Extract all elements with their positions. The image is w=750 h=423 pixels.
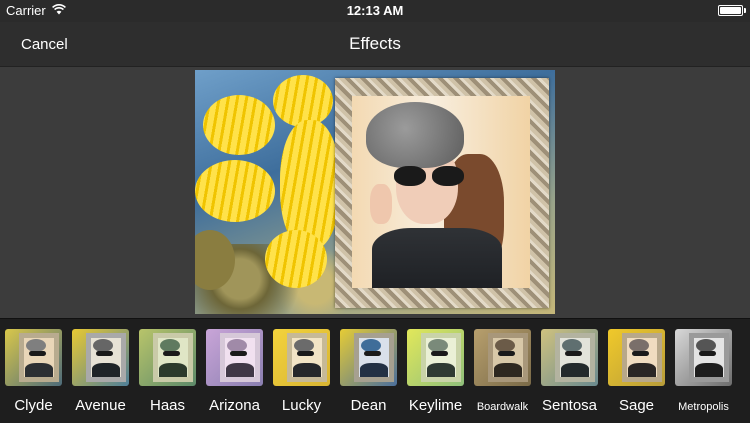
thumbnail-glass — [699, 351, 716, 356]
effect-thumbnail — [72, 329, 129, 386]
thumbnail-scarf — [494, 363, 522, 377]
thumbnail-scarf — [561, 363, 589, 377]
fish-image — [265, 230, 327, 288]
hat — [366, 102, 464, 168]
effect-thumbnail — [608, 329, 665, 386]
effect-thumbnail — [139, 329, 196, 386]
hand — [370, 184, 392, 224]
thumbnail-scarf — [159, 363, 187, 377]
fish-image — [273, 75, 333, 127]
thumbnail-glass — [632, 351, 649, 356]
thumbnail-glass — [431, 351, 448, 356]
effect-thumbnail — [675, 329, 732, 386]
thumbnail-glass — [498, 351, 515, 356]
stone-photo-frame — [335, 78, 549, 308]
battery-icon — [718, 5, 743, 16]
thumbnail-glass — [364, 351, 381, 356]
effect-thumbnail — [474, 329, 531, 386]
thumbnail-glass — [565, 351, 582, 356]
effects-strip: Clyde Avenue Haas Arizona Lucky Dean Keylime Bo… — [0, 318, 750, 423]
effect-thumbnail — [206, 329, 263, 386]
fish-image — [195, 160, 275, 222]
sunglasses — [390, 166, 470, 186]
scarf — [372, 228, 502, 288]
thumbnail-glass — [29, 351, 46, 356]
photo-preview — [195, 70, 555, 314]
clock: 12:13 AM — [346, 3, 404, 18]
status-bar: Carrier 12:13 AM — [0, 0, 750, 22]
thumbnail-glass — [230, 351, 247, 356]
thumbnail-scarf — [628, 363, 656, 377]
thumbnail-scarf — [360, 363, 388, 377]
thumbnail-scarf — [427, 363, 455, 377]
effect-thumbnail — [273, 329, 330, 386]
effect-label: Metropolis — [678, 401, 729, 413]
thumbnail-glass — [163, 351, 180, 356]
fish-image — [203, 95, 275, 155]
navigation-bar: Cancel Effects — [0, 22, 750, 67]
thumbnail-scarf — [293, 363, 321, 377]
thumbnail-scarf — [695, 363, 723, 377]
effect-item-metropolis[interactable]: Metropolis — [670, 319, 737, 423]
portrait-photo — [352, 96, 530, 288]
thumbnail-scarf — [92, 363, 120, 377]
effect-thumbnail — [541, 329, 598, 386]
effect-thumbnail — [340, 329, 397, 386]
page-title: Effects — [349, 34, 401, 53]
effect-thumbnail — [407, 329, 464, 386]
thumbnail-glass — [96, 351, 113, 356]
thumbnail-scarf — [25, 363, 53, 377]
battery-tip — [744, 8, 746, 13]
effect-thumbnail — [5, 329, 62, 386]
thumbnail-glass — [297, 351, 314, 356]
thumbnail-scarf — [226, 363, 254, 377]
